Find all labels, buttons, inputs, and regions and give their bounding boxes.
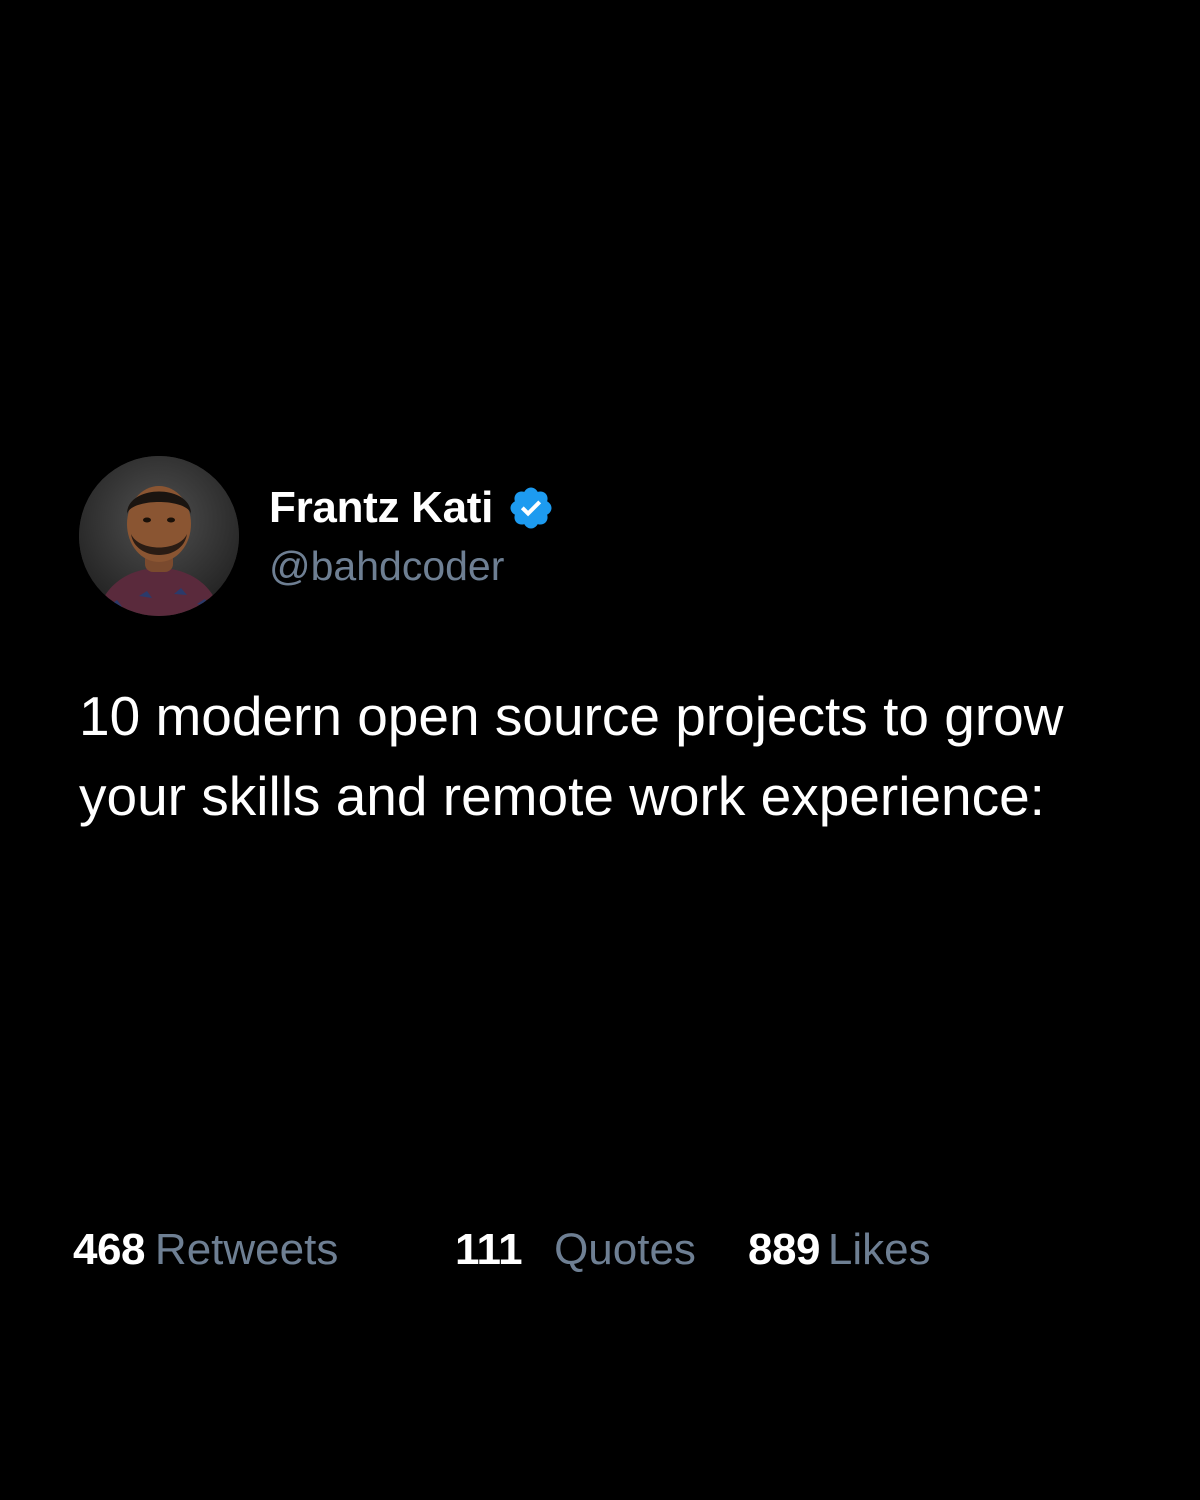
author-name[interactable]: Frantz Kati	[269, 482, 493, 534]
author-handle[interactable]: @bahdcoder	[269, 540, 504, 592]
profile-photo-icon	[79, 456, 239, 616]
retweets-stat[interactable]: 468 Retweets	[73, 1222, 338, 1278]
tweet-stats: 468 Retweets 111 Quotes 889 Likes	[0, 1222, 1200, 1278]
likes-count: 889	[748, 1225, 820, 1274]
author-name-row: Frantz Kati	[269, 482, 555, 534]
quotes-stat[interactable]: 111 Quotes	[455, 1222, 696, 1278]
quotes-count: 111	[455, 1225, 523, 1274]
retweets-count: 468	[73, 1225, 145, 1274]
tweet-text: 10 modern open source projects to grow y…	[79, 685, 1064, 827]
likes-label: Likes	[827, 1225, 931, 1274]
verified-badge-icon	[507, 484, 555, 532]
likes-stat[interactable]: 889 Likes	[748, 1222, 931, 1278]
quotes-label: Quotes	[554, 1225, 696, 1274]
retweets-label: Retweets	[154, 1225, 339, 1274]
avatar[interactable]	[79, 456, 239, 616]
